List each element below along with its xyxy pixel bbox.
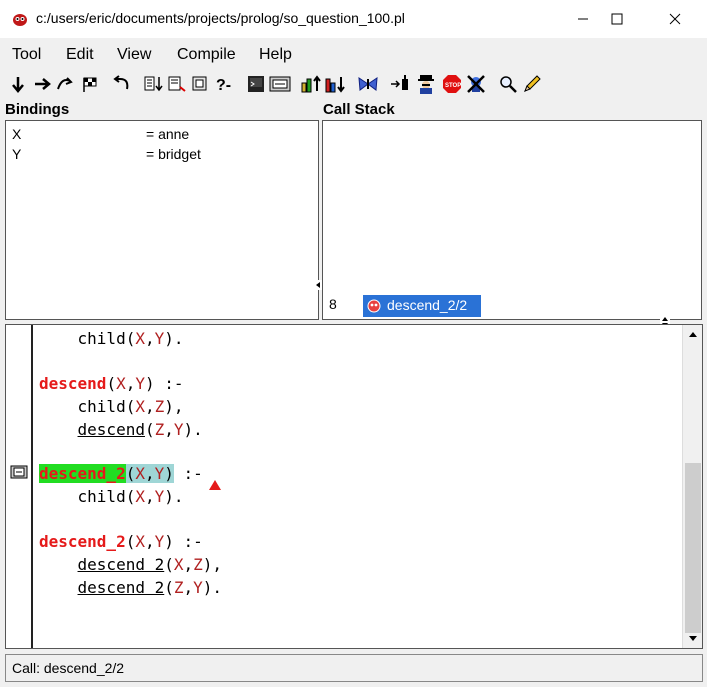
binding-name: Y [12,146,22,162]
nospy-button[interactable] [388,72,412,96]
stack-frame-number: 8 [329,296,337,312]
svg-text:?-: ?- [216,77,231,93]
break-button[interactable] [190,72,214,96]
nodebug-button[interactable] [142,72,166,96]
console-icon [248,76,264,92]
scroll-down-icon [689,636,697,641]
finish-button[interactable] [78,72,102,96]
bindings-header: Bindings [5,101,70,118]
retry-button[interactable] [110,72,134,96]
query-icon: ?- [216,77,231,93]
break-icon [192,76,207,91]
svg-text:STOP: STOP [445,83,461,89]
stack-frame-label: descend_2/2 [387,297,468,313]
binding-value: = bridget [146,146,201,162]
spy-icon [358,77,378,91]
menu-view[interactable]: View [117,46,151,64]
debugger-button[interactable] [414,72,438,96]
edit-icon [269,76,291,92]
down-button[interactable] [324,72,348,96]
code-line: descend(Z,Y). [77,420,203,439]
edit-button[interactable] [268,72,292,96]
scroll-down-button[interactable] [683,630,703,648]
status-text: Call: descend_2/2 [12,660,125,676]
code-line-current: descend_2(X,Y) :- [39,464,203,483]
port-marker-icon [209,480,221,490]
stop-button[interactable]: STOP [440,72,464,96]
abort-button[interactable] [166,72,190,96]
code-line: descend(X,Y) :- [39,374,184,393]
frame-call-icon [367,299,381,313]
pencil-button[interactable] [520,72,544,96]
editor-scrollbar[interactable] [682,325,702,648]
code-line: child(X,Y). [77,487,184,506]
leap-button[interactable] [54,72,78,96]
up-icon [301,75,321,93]
stack-frame-selected[interactable]: descend_2/2 [363,295,481,317]
scroll-up-icon [689,332,697,337]
code-line: child(X,Z), [77,397,184,416]
abort-icon [168,76,186,92]
title-bar: c:/users/eric/documents/projects/prolog/… [0,0,707,38]
skip-icon [35,78,51,90]
prolog-owl-icon [13,14,27,26]
menu-compile[interactable]: Compile [177,46,236,64]
find-icon [500,76,517,93]
minimize-icon [578,18,588,20]
binding-name: X [12,126,22,142]
window-title: c:/users/eric/documents/projects/prolog/… [36,10,405,26]
code-line: descend 2(X,Z), [77,555,223,574]
skip-button[interactable] [30,72,54,96]
code-line: child(X,Y). [77,329,184,348]
close-icon [669,13,681,25]
leap-icon [57,77,73,90]
scroll-up-button[interactable] [683,325,703,343]
creep-icon [12,77,24,93]
find-button[interactable] [496,72,520,96]
close-button[interactable] [652,0,698,38]
debugger-icon [418,75,434,94]
binding-row[interactable]: Y = bridget [12,146,201,162]
editor-gutter [6,325,33,648]
spy-button[interactable] [356,72,380,96]
query-button[interactable]: ?- [214,72,238,96]
menu-help[interactable]: Help [259,46,292,64]
menu-bar: Tool Edit View Compile Help [0,42,707,66]
binding-row[interactable]: X = anne [12,126,189,142]
maximize-icon [611,13,623,25]
exit-button[interactable] [464,72,488,96]
down-icon [325,77,345,93]
call-stack-header: Call Stack [323,101,395,118]
retry-icon [113,75,129,90]
source-editor[interactable]: child(X,Y). descend(X,Y) :- child(X,Z), … [5,324,703,649]
code-line: descend_2(X,Y) :- [39,532,203,551]
maximize-button[interactable] [594,0,640,38]
finish-icon [83,77,97,92]
menu-edit[interactable]: Edit [66,46,94,64]
bindings-panel[interactable]: X = anne Y = bridget [5,120,319,320]
toolbar: ?- STOP [4,72,704,98]
console-button[interactable] [244,72,268,96]
code-line: descend 2(Z,Y). [77,578,223,597]
scroll-thumb[interactable] [685,463,701,633]
up-button[interactable] [300,72,324,96]
stop-icon: STOP [443,75,461,93]
exit-icon [467,75,485,93]
creep-button[interactable] [6,72,30,96]
code-area[interactable]: child(X,Y). descend(X,Y) :- child(X,Z), … [39,325,679,648]
nodebug-icon [144,76,163,92]
current-frame-icon [10,465,28,479]
pencil-icon [524,75,541,92]
status-bar: Call: descend_2/2 [5,654,703,682]
menu-tool[interactable]: Tool [12,46,41,64]
binding-value: = anne [146,126,190,142]
nospy-icon [391,75,408,90]
call-stack-panel[interactable]: 8 descend_2/2 [322,120,702,320]
